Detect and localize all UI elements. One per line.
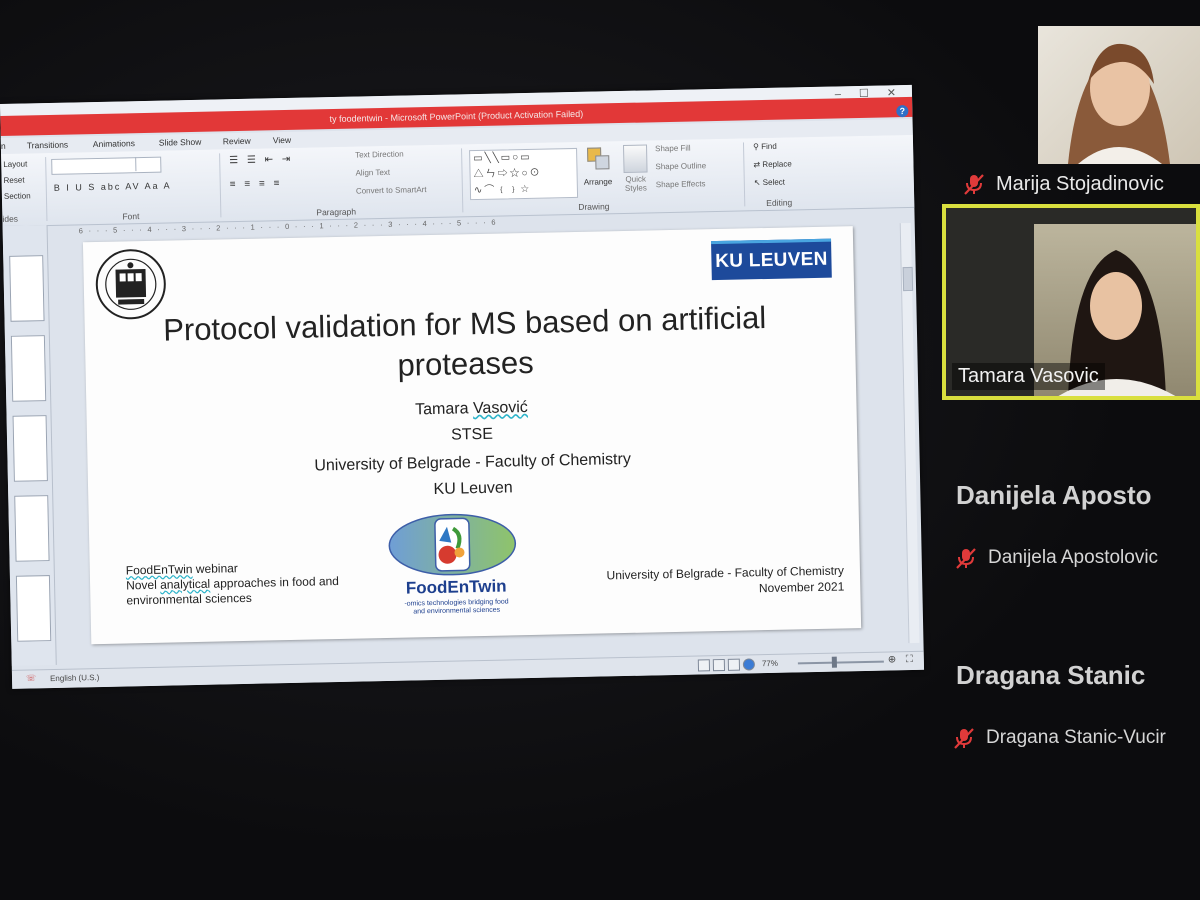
replace-label: Replace <box>762 159 792 170</box>
group-divider <box>45 157 48 222</box>
scrollbar-thumb[interactable] <box>902 266 914 292</box>
tab-review[interactable]: Review <box>223 136 251 147</box>
arrange-icon[interactable] <box>587 147 612 173</box>
participant-name: Danijela Apostolovic <box>988 547 1159 568</box>
group-divider <box>461 148 464 213</box>
align-icons[interactable]: ≡ ≡ ≡ ≡ <box>230 178 283 190</box>
slide-thumbnail[interactable] <box>15 575 52 642</box>
slide-thumbnail[interactable] <box>14 495 50 562</box>
zoom-slider[interactable] <box>797 660 884 665</box>
replace-button[interactable]: ⇄ Replace <box>753 159 791 169</box>
shape-outline-button[interactable]: Shape Outline <box>655 161 706 171</box>
section-button[interactable]: Section <box>4 191 31 201</box>
group-divider <box>742 142 746 207</box>
font-size-box[interactable] <box>135 156 161 172</box>
footer-date: November 2021 <box>758 579 845 596</box>
tagline-line2: and environmental sciences <box>413 606 501 616</box>
participant-name: Tamara Vasovic <box>952 363 1105 390</box>
find-label: Find <box>761 141 777 152</box>
author-first-name: Tamara <box>414 400 469 419</box>
mic-off-icon <box>954 728 974 749</box>
participant-avatar-image <box>1068 43 1170 164</box>
paragraph-group-label: Paragraph <box>316 206 357 218</box>
webinar-line2-c: approaches in food and <box>209 574 340 591</box>
normal-view-icon[interactable] <box>697 659 711 672</box>
view-buttons <box>697 658 756 672</box>
shape-fill-button[interactable]: Shape Fill <box>655 144 691 154</box>
webinar-text[interactable]: FoodEnTwin webinar Novel analytical appr… <box>126 558 367 608</box>
fit-slide-icon[interactable]: ⛶ <box>906 654 913 665</box>
participant-name: Dragana Stanic-Vucir <box>986 727 1166 748</box>
text-direction-button[interactable]: Text Direction <box>355 150 404 160</box>
replace-icon: ⇄ <box>753 160 763 170</box>
slide-footer[interactable]: University of Belgrade - Faculty of Chem… <box>544 562 845 600</box>
foodentwin-logo-tagline: -omics technologies bridging food and en… <box>376 598 536 617</box>
tab-home[interactable]: n <box>1 141 6 151</box>
slide-sorter-icon[interactable] <box>712 658 726 672</box>
shape-effects-button[interactable]: Shape Effects <box>656 179 706 189</box>
slide-thumbnail[interactable] <box>10 335 47 402</box>
slideshow-view-icon[interactable] <box>742 658 756 671</box>
align-text-button[interactable]: Align Text <box>355 168 390 178</box>
quick-styles-button[interactable]: Quick Styles <box>618 174 654 193</box>
participant-video-tamara-active[interactable]: Tamara Vasovic <box>942 204 1200 400</box>
webinar-line2-a: Novel <box>125 577 161 593</box>
spellcheck-icon[interactable]: ☏ <box>26 673 36 682</box>
layout-button[interactable]: Layout <box>3 159 27 169</box>
slide-thumbnail[interactable] <box>12 415 48 482</box>
group-divider <box>219 153 222 218</box>
tab-transitions[interactable]: Transitions <box>27 140 68 151</box>
participant-video-marija[interactable] <box>1038 26 1200 164</box>
select-label: Select <box>762 177 786 188</box>
tab-animations[interactable]: Animations <box>93 138 135 149</box>
slide-title[interactable]: Protocol validation for MS based on arti… <box>144 298 786 391</box>
zoom-level[interactable]: 77% <box>762 659 778 668</box>
author-last-name: Vasović <box>472 399 528 418</box>
webinar-suffix: webinar <box>192 561 238 577</box>
cursor-icon: ↖ <box>753 178 763 188</box>
reading-view-icon[interactable] <box>727 658 741 671</box>
participant-label-dragana: Dragana Stanic-Vucir <box>952 726 1166 750</box>
slides-group-label: ides <box>2 213 19 224</box>
mic-off-icon <box>964 174 984 195</box>
quick-styles-icon[interactable] <box>622 144 648 173</box>
webinar-line3: environmental sciences <box>126 590 252 608</box>
foodentwin-logo-name: FoodEnTwin <box>405 576 507 598</box>
convert-smartart-button[interactable]: Convert to SmartArt <box>356 185 427 195</box>
webinar-name: FoodEnTwin <box>125 562 193 578</box>
tab-slide-show[interactable]: Slide Show <box>159 137 202 148</box>
powerpoint-window: – ☐ ✕ ty foodentwin - Microsoft PowerPoi… <box>0 84 925 689</box>
font-group-label: Font <box>122 211 140 222</box>
ku-leuven-logo: KU LEUVEN <box>711 238 832 281</box>
zoom-slider-handle[interactable] <box>831 656 837 668</box>
foodentwin-logo-icon <box>388 513 517 576</box>
reset-button[interactable]: Reset <box>4 176 25 185</box>
select-button[interactable]: ↖ Select <box>754 178 785 188</box>
find-button[interactable]: ⚲ Find <box>753 142 777 151</box>
bullets-icon[interactable]: ☰ ☰ ⇤ ⇥ <box>229 154 293 166</box>
tab-view[interactable]: View <box>273 135 291 145</box>
participant-label-marija: Marija Stojadinovic <box>962 172 1164 196</box>
slide-thumbnails-pane <box>2 225 57 666</box>
participant-tile-danijela[interactable]: Danijela Aposto <box>956 480 1152 511</box>
window-title: ty foodentwin - Microsoft PowerPoint (Pr… <box>329 108 584 125</box>
zoom-in-icon[interactable]: ⊕ <box>888 654 897 665</box>
drawing-group-label: Drawing <box>578 201 610 212</box>
webinar-line2-b: analytical <box>159 576 211 592</box>
arrange-button[interactable]: Arrange <box>584 177 613 187</box>
participant-label-danijela: Danijela Apostolovic <box>954 546 1158 570</box>
mic-off-icon <box>956 548 976 569</box>
slide-canvas[interactable]: KU LEUVEN Protocol validation for MS bas… <box>82 226 862 645</box>
participant-name: Marija Stojadinovic <box>996 172 1164 195</box>
status-language[interactable]: English (U.S.) <box>50 673 100 683</box>
editing-group-label: Editing <box>766 197 793 208</box>
shapes-gallery[interactable]: ▭╲╲▭○▭ △ㄣ⇨☆○⊙ ∿⌒﹛﹜☆ <box>469 147 579 201</box>
slide-thumbnail[interactable] <box>9 255 45 322</box>
participant-tile-dragana[interactable]: Dragana Stanic <box>956 660 1145 691</box>
font-format-buttons[interactable]: B I U S abc AV Aa A <box>54 180 172 192</box>
